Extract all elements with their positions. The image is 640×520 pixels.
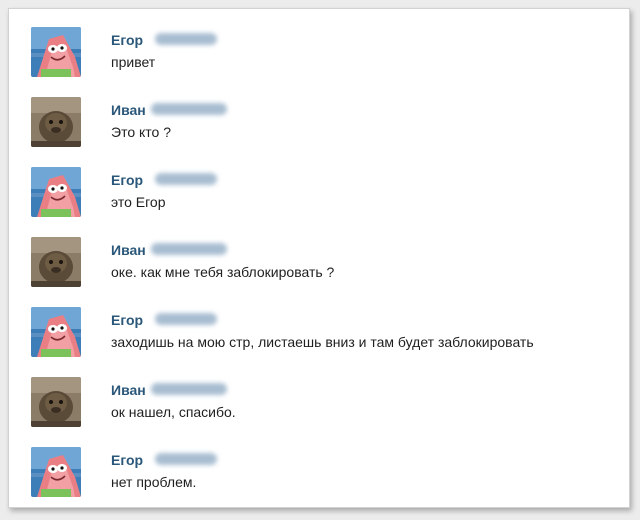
- blurred-surname: [151, 243, 227, 255]
- blurred-surname: [151, 103, 227, 115]
- sender-name[interactable]: Егор: [111, 32, 143, 48]
- blurred-surname: [151, 383, 227, 395]
- animal-photo-icon[interactable]: [31, 97, 81, 147]
- patrick-star-icon[interactable]: [31, 447, 81, 497]
- message-text: это Егор: [111, 194, 166, 210]
- blurred-surname: [155, 453, 217, 465]
- sender-name[interactable]: Егор: [111, 172, 143, 188]
- message-item: Егор нет проблем.: [31, 447, 621, 499]
- blurred-surname: [155, 313, 217, 325]
- sender-name[interactable]: Иван: [111, 382, 146, 398]
- message-text: Это кто ?: [111, 124, 171, 140]
- message-item: Егор привет: [31, 27, 621, 79]
- message-item: Иван Это кто ?: [31, 97, 621, 149]
- blurred-surname: [155, 33, 217, 45]
- message-item: Егор это Егор: [31, 167, 621, 219]
- message-text: привет: [111, 54, 156, 70]
- sender-name[interactable]: Иван: [111, 242, 146, 258]
- message-text: оке. как мне тебя заблокировать ?: [111, 264, 335, 280]
- message-item: Егор заходишь на мою стр, листаешь вниз …: [31, 307, 621, 359]
- message-item: Иван оке. как мне тебя заблокировать ?: [31, 237, 621, 289]
- message-text: ок нашел, спасибо.: [111, 404, 236, 420]
- patrick-star-icon[interactable]: [31, 27, 81, 77]
- sender-name[interactable]: Егор: [111, 452, 143, 468]
- patrick-star-icon[interactable]: [31, 167, 81, 217]
- blurred-surname: [155, 173, 217, 185]
- sender-name[interactable]: Иван: [111, 102, 146, 118]
- message-text: нет проблем.: [111, 474, 197, 490]
- sender-name[interactable]: Егор: [111, 312, 143, 328]
- patrick-star-icon[interactable]: [31, 307, 81, 357]
- animal-photo-icon[interactable]: [31, 237, 81, 287]
- message-item: Иван ок нашел, спасибо.: [31, 377, 621, 429]
- message-text: заходишь на мою стр, листаешь вниз и там…: [111, 334, 534, 350]
- animal-photo-icon[interactable]: [31, 377, 81, 427]
- chat-screenshot-frame: Егор привет Иван Это кто ? Егор это Егор…: [8, 8, 630, 508]
